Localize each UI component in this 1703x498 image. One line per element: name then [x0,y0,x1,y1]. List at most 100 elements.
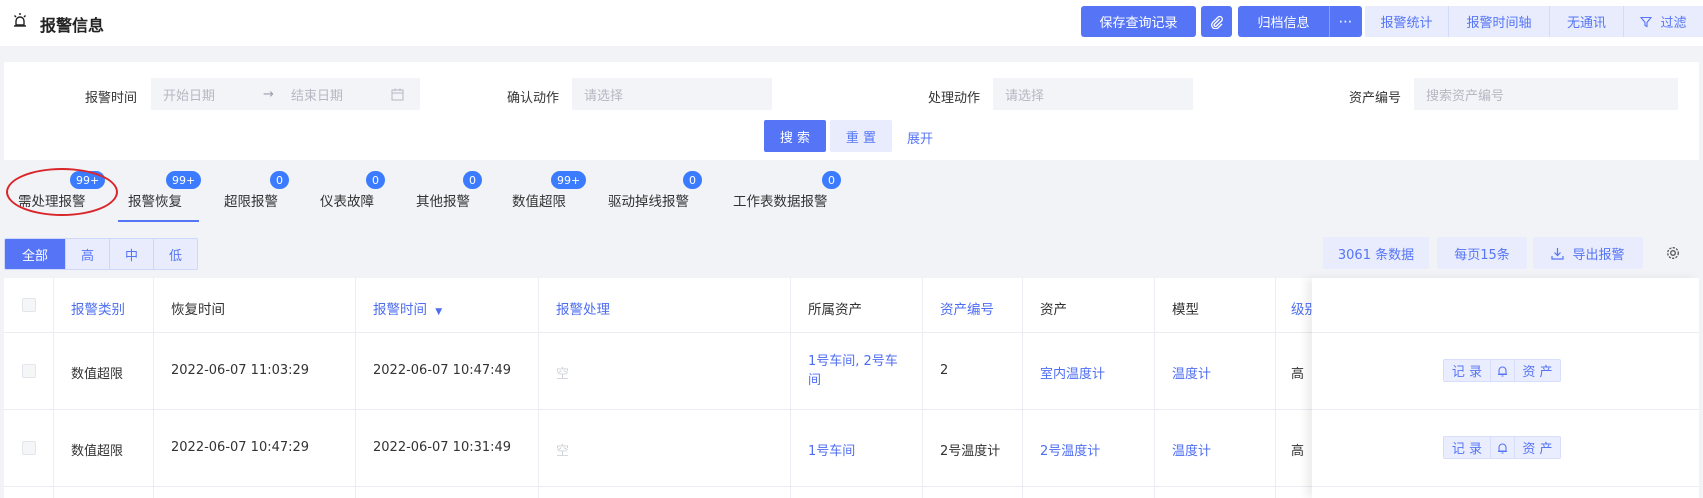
col-header-asset: 资产 [1040,302,1067,318]
select-all-checkbox[interactable] [22,298,36,312]
alarm-timeline-button[interactable]: 报警时间轴 [1449,6,1550,37]
col-divider [1022,278,1023,498]
expand-link[interactable]: 展开 [907,128,933,147]
asset-button[interactable]: 资 产 [1514,437,1560,458]
col-divider [1154,278,1155,498]
col-header-category[interactable]: 报警类别 [71,298,125,318]
archive-button[interactable]: 归档信息 [1238,6,1329,37]
level-mid-button[interactable]: 中 [109,239,153,269]
record-button[interactable]: 记 录 [1444,360,1490,381]
col-divider [355,278,356,498]
alarm-bell-icon [14,13,26,27]
page-title: 报警信息 [40,16,105,35]
asset-no-label: 资产编号 [1349,91,1402,106]
data-count: 3061 条数据 [1323,237,1429,269]
col-divider [1275,278,1276,498]
calendar-icon [391,88,404,100]
cell-belong-asset[interactable]: 1号车间 [808,440,855,459]
page-size-button[interactable]: 每页15条 [1437,237,1527,269]
cell-asset[interactable]: 室内温度计 [1040,363,1105,382]
row-operations: 记 录 资 产 [1443,436,1561,459]
tab-value-over-limit[interactable]: 数值超限 [512,190,566,210]
col-divider [922,278,923,498]
confirm-action-label: 确认动作 [507,91,560,106]
no-comm-button[interactable]: 无通讯 [1550,6,1624,37]
cell-alarm-time: 2022-06-07 10:31:49 [373,440,512,455]
active-tab-indicator [118,220,199,222]
tab-instrument-fault[interactable]: 仪表故障 [320,190,374,210]
level-high-button[interactable]: 高 [65,239,109,269]
col-header-model: 模型 [1172,302,1199,318]
cell-model[interactable]: 温度计 [1172,363,1211,382]
end-date-input[interactable]: 结束日期 [291,85,391,104]
filter-label: 过滤 [1660,16,1687,31]
col-header-recover-time: 恢复时间 [171,302,225,318]
search-button[interactable]: 搜 索 [764,120,826,152]
tab-other-alarms[interactable]: 其他报警 [416,190,470,210]
handle-action-select[interactable]: 请选择 [993,78,1193,110]
cell-category: 数值超限 [71,444,124,459]
cell-handling: 空 [556,444,570,459]
date-range-picker[interactable]: 开始日期 → 结束日期 [151,78,420,110]
row-divider [1312,486,1699,487]
tab-worksheet-data-alarm[interactable]: 工作表数据报警 [733,190,828,210]
tab-badge: 0 [270,171,289,189]
gear-icon[interactable] [1665,245,1681,261]
arrow-right-icon: → [263,86,274,102]
tab-badge: 0 [463,171,482,189]
level-low-button[interactable]: 低 [153,239,197,269]
cell-level: 高 [1291,444,1305,459]
cell-category: 数值超限 [71,367,124,382]
ellipsis-icon: ⋯ [1338,13,1354,30]
cell-asset-no: 2号温度计 [940,444,1001,459]
row-checkbox[interactable] [22,364,36,378]
export-label: 导出报警 [1572,247,1625,263]
row-checkbox[interactable] [22,441,36,455]
record-button[interactable]: 记 录 [1444,437,1490,458]
more-button[interactable]: ⋯ [1329,6,1362,37]
tab-badge: 0 [366,171,385,189]
tab-badge: 0 [683,171,702,189]
cell-recover-time: 2022-06-07 10:47:29 [171,440,310,455]
confirm-action-select[interactable]: 请选择 [572,78,772,110]
tab-over-limit[interactable]: 超限报警 [224,190,278,210]
start-date-input[interactable]: 开始日期 [163,85,263,104]
notify-button[interactable] [1490,360,1514,381]
notify-button[interactable] [1490,437,1514,458]
download-icon [1551,247,1565,260]
filter-panel: 报警时间 开始日期 → 结束日期 确认动作 请选择 处理动作 请选择 资产编号 … [4,62,1699,160]
save-query-button[interactable]: 保存查询记录 [1081,6,1196,37]
reset-button[interactable]: 重 置 [830,120,892,152]
col-header-belong-asset: 所属资产 [808,302,862,318]
col-divider [538,278,539,498]
cell-model[interactable]: 温度计 [1172,440,1211,459]
col-header-asset-no[interactable]: 资产编号 [940,298,994,318]
col-header-alarm-time[interactable]: 报警时间 ▼ [373,298,442,318]
attach-button[interactable] [1201,6,1232,37]
bell-icon [1498,365,1507,377]
tab-badge: 99+ [551,171,587,189]
bell-icon [1498,442,1507,454]
level-filter: 全部 高 中 低 [4,238,198,270]
asset-no-input[interactable]: 搜索资产编号 [1414,78,1678,110]
filter-button[interactable]: 过滤 [1624,6,1703,37]
cell-handling: 空 [556,367,570,382]
alarm-stats-button[interactable]: 报警统计 [1365,6,1449,37]
asset-button[interactable]: 资 产 [1514,360,1560,381]
level-all-button[interactable]: 全部 [5,239,65,269]
col-divider [153,278,154,498]
export-alarms-button[interactable]: 导出报警 [1533,237,1643,269]
row-divider [1312,332,1699,333]
row-operations: 记 录 资 产 [1443,359,1561,382]
col-header-handling[interactable]: 报警处理 [556,298,610,318]
cell-level: 高 [1291,367,1305,382]
col-divider [53,278,54,498]
cell-alarm-time: 2022-06-07 10:47:49 [373,363,512,378]
cell-recover-time: 2022-06-07 11:03:29 [171,363,310,378]
tab-driver-offline[interactable]: 驱动掉线报警 [608,190,689,210]
cell-asset[interactable]: 2号温度计 [1040,440,1100,459]
tab-alarm-recovery[interactable]: 报警恢复 [128,190,182,210]
cell-belong-asset[interactable]: 1号车间, 2号车间 [808,352,908,390]
alarm-time-label: 报警时间 [85,91,138,106]
sort-desc-icon[interactable]: ▼ [435,307,442,317]
